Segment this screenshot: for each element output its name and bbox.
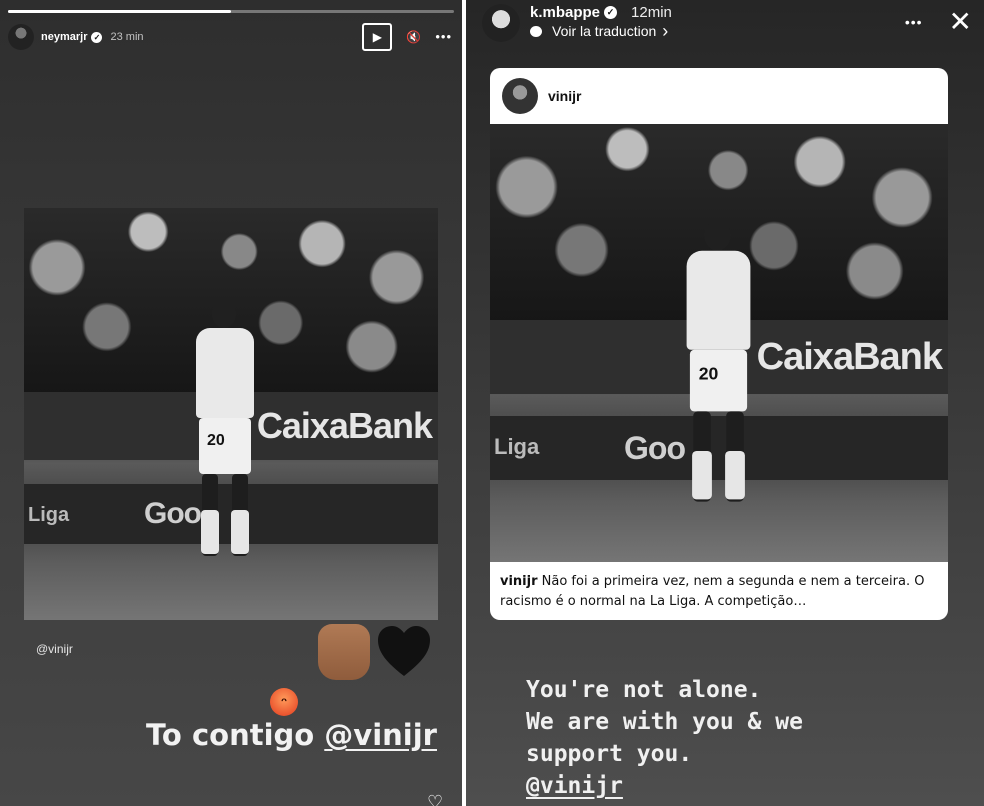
caption-text: To contigo <box>146 718 325 752</box>
verified-badge-icon: ✓ <box>91 31 103 43</box>
player-figure: 20 <box>190 300 260 560</box>
jersey-number: 20 <box>199 418 251 474</box>
caption-line-1: You're not alone. <box>526 677 762 703</box>
card-caption-user[interactable]: vinijr <box>500 574 538 589</box>
black-heart-emoji-icon <box>378 626 430 676</box>
translate-label: Voir la traduction <box>552 23 657 39</box>
story-progress-bar <box>8 10 454 13</box>
story-caption: You're not alone. We are with you & we sup… <box>526 674 803 802</box>
angry-face-emoji-icon: ᵔ <box>270 688 298 716</box>
story-controls: ▶ 🔇 ••• <box>362 23 452 51</box>
translate-bubble-icon <box>530 25 542 37</box>
story-controls: ••• ✕ <box>905 4 972 36</box>
story-kmbappe[interactable]: k.mbappe ✓ 12min Voir la traduction › ••… <box>466 0 984 806</box>
caption-mention-link[interactable]: @vinijr <box>526 773 623 799</box>
more-options-icon[interactable]: ••• <box>435 30 452 43</box>
story-neymarjr[interactable]: neymarjr ✓ 23 min ▶ 🔇 ••• CaixaBank Goo … <box>0 0 462 806</box>
timestamp: 12min <box>631 4 672 21</box>
timestamp: 23 min <box>110 31 144 43</box>
play-icon: ▶ <box>372 30 382 44</box>
photo-banner-liga: Liga <box>28 504 70 526</box>
card-photo: CaixaBank Goo Liga 20 <box>490 124 948 562</box>
avatar[interactable] <box>482 4 520 42</box>
story-header: neymarjr ✓ 23 min ▶ 🔇 ••• <box>8 22 452 52</box>
raised-fist-emoji-icon <box>318 624 370 680</box>
card-avatar[interactable] <box>502 78 538 114</box>
card-username[interactable]: vinijr <box>548 88 581 104</box>
story-progress-fill <box>8 10 231 13</box>
caption-mention-link[interactable]: @vinijr <box>324 718 437 752</box>
shared-post-card[interactable]: vinijr CaixaBank Goo Liga 20 vinijr Não … <box>490 68 948 620</box>
stories-comparison: neymarjr ✓ 23 min ▶ 🔇 ••• CaixaBank Goo … <box>0 0 984 806</box>
photo-mention-tag[interactable]: @vinijr <box>36 642 73 656</box>
shared-photo[interactable]: CaixaBank Goo Liga 20 <box>24 208 438 620</box>
username[interactable]: neymarjr <box>41 31 87 43</box>
verified-badge-icon: ✓ <box>604 6 618 19</box>
story-header: k.mbappe ✓ 12min Voir la traduction › ••… <box>482 4 972 44</box>
card-caption: vinijr Não foi a primeira vez, nem a seg… <box>500 572 940 612</box>
story-meta: k.mbappe ✓ 12min Voir la traduction › <box>530 4 672 41</box>
play-button[interactable]: ▶ <box>362 23 393 51</box>
translate-link[interactable]: Voir la traduction › <box>530 21 672 41</box>
caption-line-3: support you. <box>526 741 693 767</box>
card-caption-text: Não foi a primeira vez, nem a segunda e … <box>500 574 925 609</box>
caption-line-2: We are with you & we <box>526 709 803 735</box>
close-icon[interactable]: ✕ <box>949 8 972 36</box>
chevron-right-icon: › <box>662 21 669 41</box>
username[interactable]: k.mbappe <box>530 4 600 21</box>
avatar[interactable] <box>8 24 34 50</box>
photo-banner-liga: Liga <box>494 434 540 459</box>
player-figure: 20 <box>680 220 757 506</box>
story-caption: To contigo @vinijr <box>146 718 437 752</box>
jersey-number: 20 <box>689 349 748 412</box>
like-heart-icon[interactable]: ♡ <box>427 792 443 806</box>
mute-icon[interactable]: 🔇 <box>406 30 421 44</box>
card-header: vinijr <box>490 68 948 124</box>
more-options-icon[interactable]: ••• <box>905 15 923 29</box>
